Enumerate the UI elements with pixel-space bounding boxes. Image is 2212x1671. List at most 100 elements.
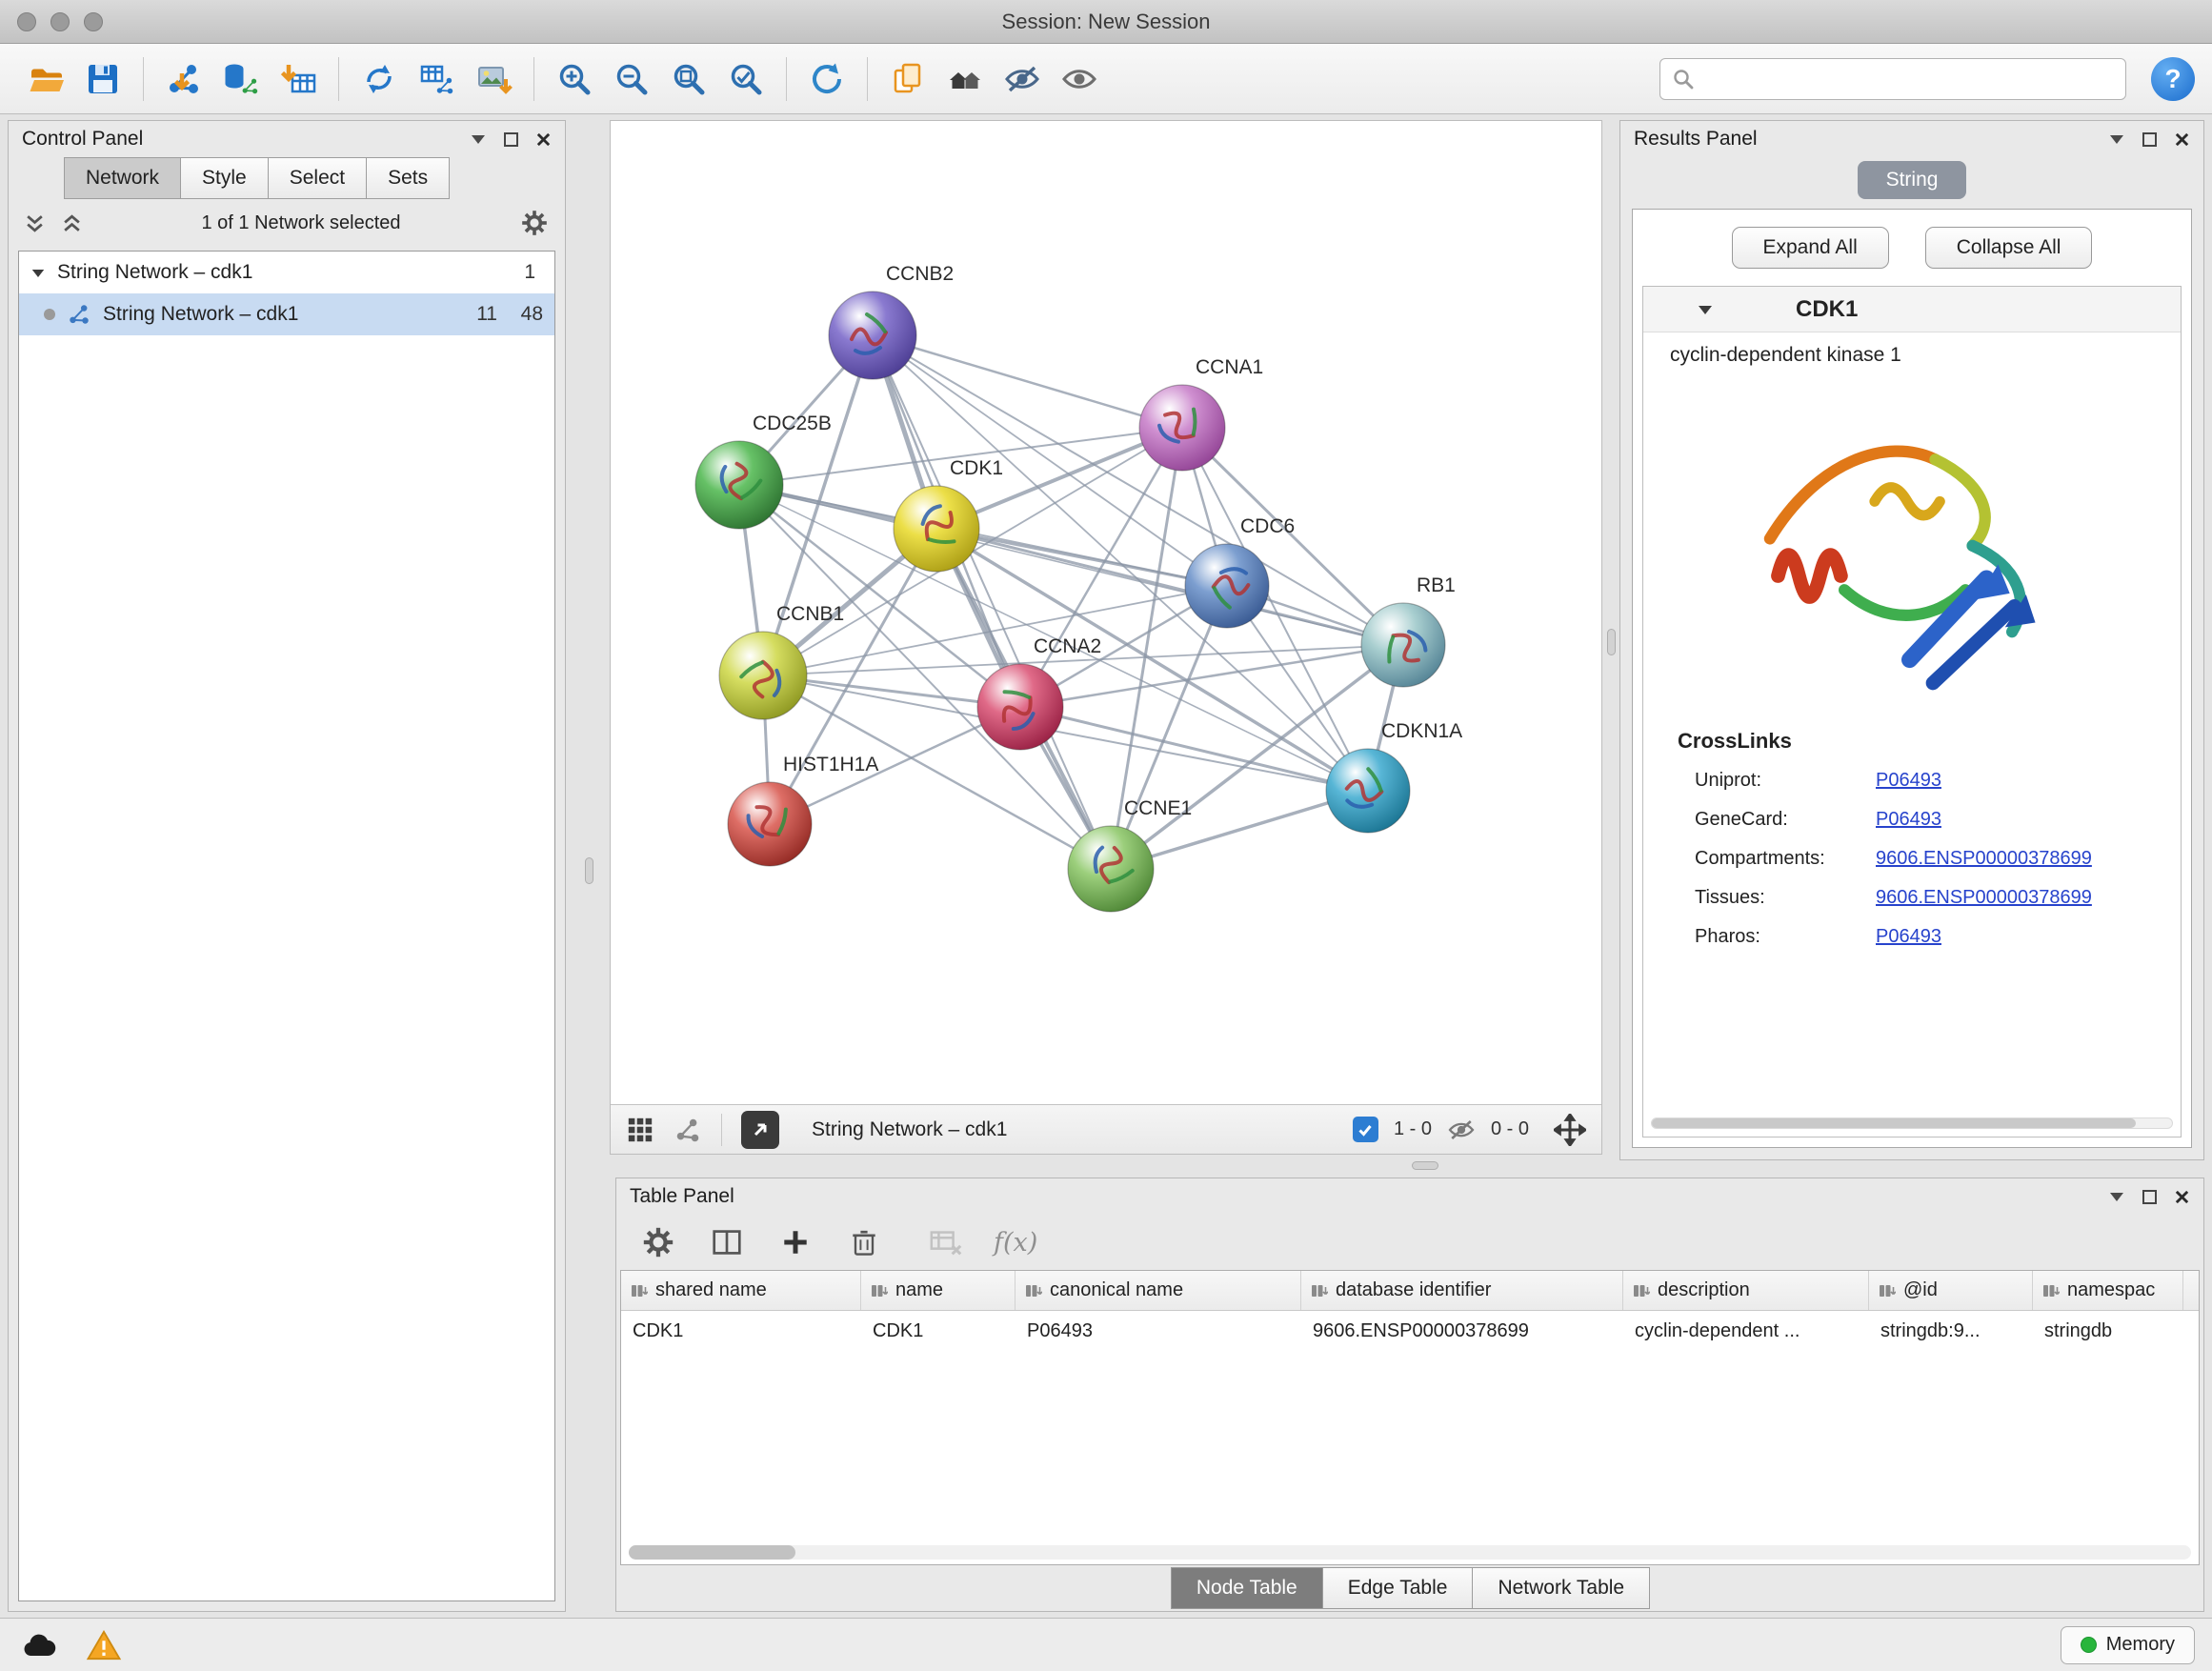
zoom-window-button[interactable]: [84, 12, 103, 31]
node-CDC25B[interactable]: CDC25B: [695, 413, 832, 529]
edge-CCNB2-CCNE1[interactable]: [873, 335, 1111, 869]
maximize-panel-icon[interactable]: [2142, 1190, 2157, 1204]
detach-view-button[interactable]: [741, 1111, 779, 1149]
collapse-all-button[interactable]: Collapse All: [1925, 227, 2093, 269]
splitter-handle[interactable]: [1607, 629, 1616, 655]
node-CDKN1A[interactable]: CDKN1A: [1326, 720, 1462, 833]
column-header[interactable]: name: [861, 1271, 1016, 1310]
close-panel-icon[interactable]: [2174, 131, 2190, 148]
node-CCNB1[interactable]: CCNB1: [719, 603, 844, 719]
create-column-plus-icon[interactable]: [774, 1221, 816, 1263]
node-CCNB2[interactable]: CCNB2: [829, 263, 954, 379]
maximize-panel-icon[interactable]: [2142, 132, 2157, 147]
tab-edge-table[interactable]: Edge Table: [1322, 1567, 1474, 1609]
crosslink-link[interactable]: 9606.ENSP00000378699: [1876, 887, 2092, 909]
gene-section-header[interactable]: CDK1: [1643, 287, 2181, 332]
grid-view-icon[interactable]: [626, 1116, 654, 1144]
crosslink-link[interactable]: 9606.ENSP00000378699: [1876, 848, 2092, 870]
table-horizontal-scrollbar[interactable]: [629, 1545, 2191, 1560]
network-options-gear-icon[interactable]: [519, 208, 550, 238]
edge-CCNB2-CCNA1[interactable]: [873, 335, 1182, 428]
close-panel-icon[interactable]: [535, 131, 552, 148]
tab-node-table[interactable]: Node Table: [1171, 1567, 1323, 1609]
expand-all-networks-icon[interactable]: [24, 212, 46, 234]
zoom-in-button[interactable]: [546, 51, 603, 107]
show-columns-icon[interactable]: [706, 1221, 748, 1263]
table-cell[interactable]: stringdb:9...: [1869, 1311, 2033, 1351]
help-button[interactable]: ?: [2151, 57, 2195, 101]
documents-button[interactable]: [879, 51, 936, 107]
crosslink-link[interactable]: P06493: [1876, 926, 1941, 948]
network-canvas[interactable]: CCNB2CCNA1CDC25BCDK1CDC6RB1CCNB1CCNA2CDK…: [611, 121, 1601, 1104]
splitter-handle[interactable]: [585, 857, 593, 884]
maximize-panel-icon[interactable]: [504, 132, 518, 147]
zoom-out-button[interactable]: [603, 51, 660, 107]
splitter-handle[interactable]: [1412, 1161, 1438, 1170]
close-panel-icon[interactable]: [2174, 1189, 2190, 1205]
tab-network-table[interactable]: Network Table: [1472, 1567, 1650, 1609]
warning-icon[interactable]: [82, 1625, 126, 1665]
cloud-icon[interactable]: [17, 1625, 61, 1665]
float-panel-icon[interactable]: [2108, 132, 2125, 146]
network-tree-child-row[interactable]: String Network – cdk1 11 48: [19, 293, 554, 335]
collapse-triangle-icon[interactable]: [1697, 303, 1714, 316]
search-input[interactable]: [1702, 68, 2114, 90]
column-header[interactable]: @id: [1869, 1271, 2033, 1310]
float-panel-icon[interactable]: [2108, 1190, 2125, 1203]
pan-crosshair-icon[interactable]: [1554, 1114, 1586, 1146]
table-cell[interactable]: CDK1: [621, 1311, 861, 1351]
tab-select[interactable]: Select: [268, 157, 367, 199]
zoom-selected-button[interactable]: [717, 51, 774, 107]
crosslink-link[interactable]: P06493: [1876, 809, 1941, 831]
network-tree-root-row[interactable]: String Network – cdk1 1: [19, 252, 554, 293]
tab-sets[interactable]: Sets: [366, 157, 450, 199]
table-cell[interactable]: CDK1: [861, 1311, 1016, 1351]
tab-style[interactable]: Style: [180, 157, 269, 199]
column-header[interactable]: shared name: [621, 1271, 861, 1310]
new-network-button[interactable]: [351, 51, 408, 107]
node-CCNA1[interactable]: CCNA1: [1139, 356, 1263, 471]
export-image-button[interactable]: [465, 51, 522, 107]
network-from-table-button[interactable]: [408, 51, 465, 107]
node-HIST1H1A[interactable]: HIST1H1A: [728, 754, 878, 866]
table-cell[interactable]: cyclin-dependent ...: [1623, 1311, 1869, 1351]
column-header[interactable]: database identifier: [1301, 1271, 1623, 1310]
table-cell[interactable]: stringdb: [2033, 1311, 2183, 1351]
column-header[interactable]: namespac: [2033, 1271, 2183, 1310]
float-panel-icon[interactable]: [470, 132, 487, 146]
table-cell[interactable]: P06493: [1016, 1311, 1301, 1351]
import-network-database-button[interactable]: [212, 51, 270, 107]
node-RB1[interactable]: RB1: [1361, 574, 1456, 687]
table-cell[interactable]: 9606.ENSP00000378699: [1301, 1311, 1623, 1351]
collapse-triangle-icon[interactable]: [30, 267, 46, 279]
expand-all-button[interactable]: Expand All: [1732, 227, 1889, 269]
network-share-icon[interactable]: [674, 1116, 702, 1144]
close-window-button[interactable]: [17, 12, 36, 31]
scrollbar-thumb[interactable]: [629, 1545, 795, 1560]
collapse-all-networks-icon[interactable]: [61, 212, 83, 234]
minimize-window-button[interactable]: [50, 12, 70, 31]
tab-string[interactable]: String: [1858, 161, 1967, 199]
hide-selected-button[interactable]: [994, 51, 1051, 107]
selected-items-checkbox[interactable]: [1353, 1117, 1378, 1142]
string-home-button[interactable]: [936, 51, 994, 107]
edge-CCNA2-CDKN1A[interactable]: [1020, 707, 1368, 791]
zoom-fit-button[interactable]: [660, 51, 717, 107]
show-all-button[interactable]: [1051, 51, 1108, 107]
column-header[interactable]: canonical name: [1016, 1271, 1301, 1310]
open-session-button[interactable]: [17, 51, 74, 107]
apply-layout-button[interactable]: [798, 51, 855, 107]
import-network-file-button[interactable]: [155, 51, 212, 107]
import-table-button[interactable]: [270, 51, 327, 107]
node-CDK1[interactable]: CDK1: [894, 457, 1003, 572]
function-builder-icon[interactable]: f(x): [994, 1228, 1037, 1258]
column-header[interactable]: description: [1623, 1271, 1869, 1310]
results-scrollbar[interactable]: [1651, 1117, 2173, 1129]
table-options-gear-icon[interactable]: [637, 1221, 679, 1263]
table-row[interactable]: CDK1CDK1P064939606.ENSP00000378699cyclin…: [621, 1311, 2199, 1351]
crosslink-link[interactable]: P06493: [1876, 770, 1941, 792]
delete-column-trash-icon[interactable]: [843, 1221, 885, 1263]
tab-network[interactable]: Network: [64, 157, 181, 199]
save-session-button[interactable]: [74, 51, 131, 107]
search-box[interactable]: [1659, 58, 2126, 100]
